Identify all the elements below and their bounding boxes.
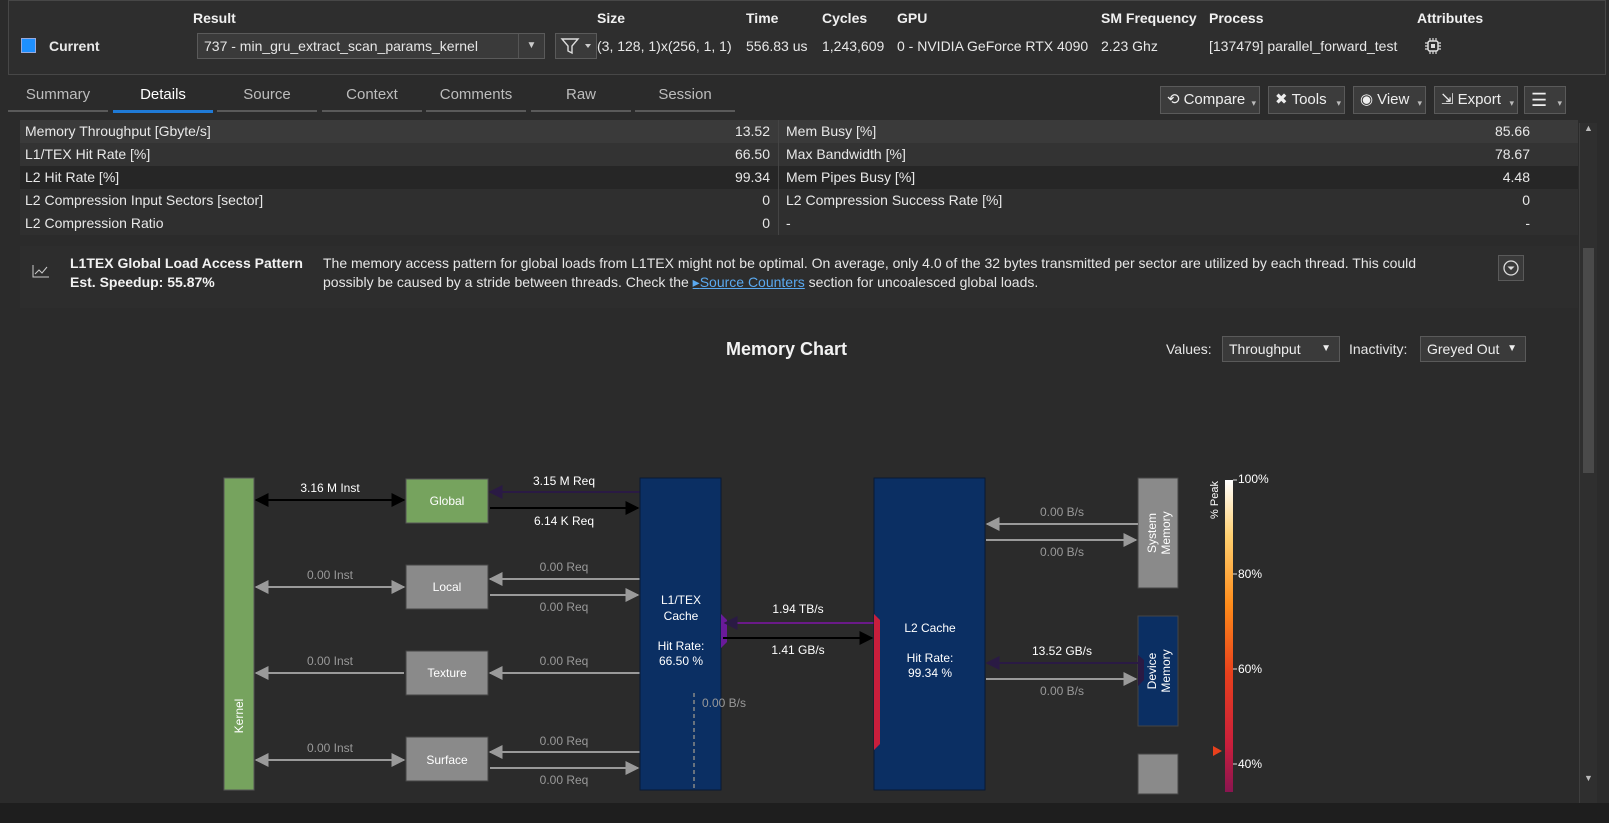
l2-to-l1-value: 1.94 TB/s xyxy=(772,602,823,616)
system-memory-in-value: 0.00 B/s xyxy=(1040,505,1084,519)
system-memory-label-1: System xyxy=(1145,513,1159,553)
l2-hit-rate-label: Hit Rate: xyxy=(907,651,954,665)
peak-tick-60-label: 60% xyxy=(1238,662,1262,676)
l2-title: L2 Cache xyxy=(904,621,956,635)
l2-port-marker xyxy=(874,614,880,750)
device-memory-in-value: 13.52 GB/s xyxy=(1032,644,1092,658)
l1tex-hit-rate-value: 66.50 % xyxy=(659,654,703,668)
system-memory-out-value: 0.00 B/s xyxy=(1040,545,1084,559)
shared-memory-value: 0.00 B/s xyxy=(702,696,746,710)
l1tex-cache-block[interactable] xyxy=(639,477,722,791)
l2-hit-rate-value: 99.34 % xyxy=(908,666,952,680)
local-label: Local xyxy=(433,580,462,594)
vertical-scrollbar[interactable]: ▲ ▼ xyxy=(1579,123,1597,803)
texture-label: Texture xyxy=(427,666,467,680)
surface-inst-value: 0.00 Inst xyxy=(307,741,354,755)
device-memory-label-1: Device xyxy=(1145,652,1159,689)
scroll-up-icon[interactable]: ▲ xyxy=(1582,123,1595,135)
global-label: Global xyxy=(430,494,465,508)
global-req-out-value: 6.14 K Req xyxy=(534,514,594,528)
memory-chart-diagram: Kernel Global 3.16 M Inst 3.15 M Req 6.1… xyxy=(223,472,1269,795)
peak-tick-40-label: 40% xyxy=(1238,757,1262,771)
device-memory-out-value: 0.00 B/s xyxy=(1040,684,1084,698)
system-memory-label-2: Memory xyxy=(1159,511,1173,554)
peak-label: % Peak xyxy=(1209,481,1221,519)
local-req-out-value: 0.00 Req xyxy=(540,600,589,614)
kernel-label: Kernel xyxy=(232,699,246,734)
texture-req-value: 0.00 Req xyxy=(540,654,589,668)
peak-color-scale xyxy=(1225,480,1233,792)
global-req-in-value: 3.15 M Req xyxy=(533,474,595,488)
status-bar xyxy=(0,803,1609,823)
l1tex-title-line1: L1/TEX xyxy=(661,593,701,607)
texture-inst-value: 0.00 Inst xyxy=(307,654,354,668)
peak-marker xyxy=(1213,746,1222,756)
peer-memory-block[interactable] xyxy=(1137,753,1179,795)
device-memory-label-2: Memory xyxy=(1159,649,1173,692)
scroll-down-icon[interactable]: ▼ xyxy=(1582,773,1595,785)
l1tex-hit-rate-label: Hit Rate: xyxy=(658,639,705,653)
l1tex-port-marker xyxy=(721,614,727,648)
local-inst-value: 0.00 Inst xyxy=(307,568,354,582)
peak-tick-80-label: 80% xyxy=(1238,567,1262,581)
l1-to-l2-value: 1.41 GB/s xyxy=(771,643,824,657)
surface-label: Surface xyxy=(426,753,468,767)
local-req-in-value: 0.00 Req xyxy=(540,560,589,574)
kernel-block[interactable] xyxy=(223,477,255,791)
global-inst-value: 3.16 M Inst xyxy=(300,481,360,495)
surface-req-in-value: 0.00 Req xyxy=(540,734,589,748)
surface-req-out-value: 0.00 Req xyxy=(540,773,589,787)
peak-tick-100-label: 100% xyxy=(1238,472,1269,486)
scrollbar-thumb[interactable] xyxy=(1583,248,1594,473)
l1tex-title-line2: Cache xyxy=(664,609,699,623)
